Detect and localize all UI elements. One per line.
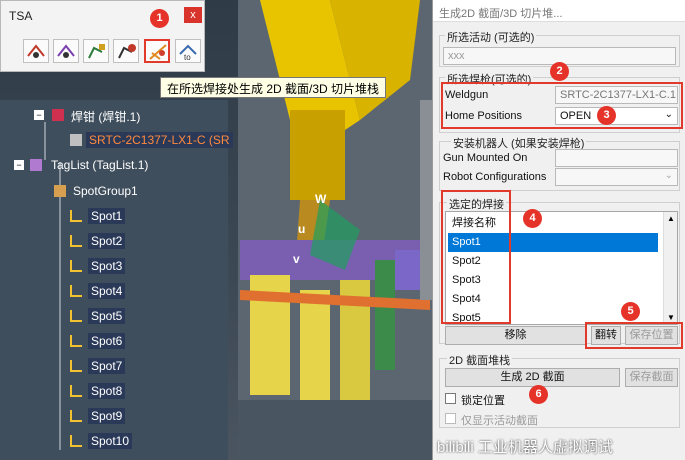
tree-node-spot[interactable]: Spot9 (88, 408, 126, 424)
tree-node-spot[interactable]: Spot10 (88, 433, 133, 449)
axis-label-v: v (293, 252, 300, 266)
weldgun-label: Weldgun (445, 89, 489, 101)
gun-mounted-field[interactable] (555, 149, 678, 167)
lock-position-label: 锁定位置 (461, 395, 505, 407)
generate-section-dialog: 生成2D 截面/3D 切片堆... 所选活动 (可选的) xxx 所选焊枪(可选… (432, 0, 685, 460)
scrollbar[interactable]: ▲ ▼ (663, 212, 677, 324)
stack-group-title: 2D 截面堆栈 (447, 352, 513, 368)
spot-icon (70, 285, 82, 297)
tree-node-spot[interactable]: Spot5 (88, 308, 126, 324)
tree-node-spot[interactable]: Spot8 (88, 383, 126, 399)
robot-gun-icon (118, 44, 136, 59)
scroll-up-icon[interactable]: ▲ (667, 214, 675, 223)
spot-icon (70, 310, 82, 322)
welds-listbox[interactable]: 焊接名称 Spot1 Spot2 Spot3 Spot4 Spot5 ▲ ▼ (445, 211, 678, 325)
tree-node-spot[interactable]: Spot4 (88, 283, 126, 299)
dialog-title: 生成2D 截面/3D 切片堆... (433, 0, 685, 22)
spot-weld-alt-icon (57, 44, 75, 58)
list-item[interactable]: Spot3 (448, 271, 658, 290)
step-marker-5: 5 (621, 302, 640, 321)
generate-section-button[interactable]: 生成 2D 截面 (445, 368, 620, 387)
robot-reach-button[interactable] (83, 39, 109, 63)
gun-mounted-label: Gun Mounted On (443, 152, 528, 164)
gun-group-title: 所选焊枪(可选的) (445, 71, 534, 87)
robot-config-select[interactable]: ⌄ (555, 168, 678, 186)
scroll-down-icon[interactable]: ▼ (667, 313, 675, 322)
remove-button[interactable]: 移除 (445, 326, 586, 345)
step-marker-6: 6 (529, 385, 548, 404)
spot-icon (70, 335, 82, 347)
tree-node-spot[interactable]: Spot6 (88, 333, 126, 349)
spot-icon (70, 260, 82, 272)
lock-position-checkbox[interactable] (445, 393, 456, 404)
robot-gun-button[interactable] (113, 39, 139, 63)
taglist-icon (30, 159, 42, 171)
spot-icon (70, 435, 82, 447)
tooltip: 在所选焊接处生成 2D 截面/3D 切片堆栈 (160, 77, 387, 98)
section-pile-icon (149, 44, 167, 60)
spot-icon (70, 235, 82, 247)
show-active-label: 仅显示活动截面 (461, 415, 538, 427)
spot-weld-alt-button[interactable] (53, 39, 79, 63)
chevron-down-icon: ⌄ (664, 170, 673, 181)
list-item[interactable]: Spot2 (448, 252, 658, 271)
part-icon (70, 134, 82, 146)
weldgun-field[interactable]: SRTC-2C1377-LX1-C.1 (555, 86, 678, 104)
list-item[interactable]: Spot1 (448, 233, 658, 252)
flip-button[interactable]: 翻转 (591, 326, 621, 345)
tree-lines (44, 122, 61, 450)
chevron-down-icon: ⌄ (664, 109, 673, 120)
toolbar-title: TSA (9, 9, 33, 23)
collapse-icon[interactable]: − (14, 160, 24, 170)
projection-icon: to (179, 44, 197, 62)
product-tree: − 焊钳 (焊钳.1) SRTC-2C1377-LX1-C (SR − TagL… (0, 100, 233, 460)
activity-group-title: 所选活动 (可选的) (445, 29, 537, 45)
list-header: 焊接名称 (452, 217, 496, 229)
svg-text:to: to (184, 53, 191, 62)
spot-icon (70, 410, 82, 422)
spot-weld-button[interactable] (23, 39, 49, 63)
robot-reach-icon (88, 44, 105, 59)
spotgroup-icon (54, 185, 66, 197)
expand-icon[interactable]: − (34, 110, 44, 120)
home-positions-select[interactable]: OPEN ⌄ (555, 107, 678, 125)
tree-node-taglist[interactable]: TagList (TagList.1) (48, 157, 151, 173)
axis-label-u: u (298, 222, 306, 236)
step-marker-3: 3 (597, 106, 616, 125)
tsa-toolbar: TSA x to 1 (0, 0, 205, 72)
spot-icon (70, 385, 82, 397)
show-active-checkbox[interactable] (445, 413, 456, 424)
watermark: bilibili 工业机器人虚拟调试 (437, 439, 613, 456)
step-marker-4: 4 (523, 209, 542, 228)
tree-node-gun[interactable]: 焊钳 (焊钳.1) (68, 107, 143, 126)
step-marker-2: 2 (550, 62, 569, 81)
robot-config-label: Robot Configurations (443, 171, 547, 183)
tree-node-spot[interactable]: Spot3 (88, 258, 126, 274)
tree-node-spotgroup[interactable]: SpotGroup1 (70, 183, 141, 199)
spot-weld-icon (27, 44, 45, 58)
tree-node-spot[interactable]: Spot7 (88, 358, 126, 374)
home-positions-label: Home Positions (445, 110, 523, 122)
save-section-button[interactable]: 保存截面 (625, 368, 678, 387)
home-positions-value: OPEN (560, 110, 592, 122)
tree-node-spot[interactable]: Spot1 (88, 208, 126, 224)
projection-button[interactable]: to (175, 39, 201, 63)
gun-icon (52, 109, 64, 121)
tree-node-spot[interactable]: Spot2 (88, 233, 126, 249)
close-button[interactable]: x (184, 7, 202, 23)
section-pile-button[interactable] (144, 39, 170, 63)
spot-icon (70, 360, 82, 372)
save-position-button[interactable]: 保存位置 (625, 326, 678, 345)
tree-node-gun-instance[interactable]: SRTC-2C1377-LX1-C (SR (86, 132, 233, 148)
axis-label-w: W (315, 192, 327, 206)
selected-welds-title: 选定的焊接 (447, 196, 506, 212)
step-marker-1: 1 (150, 9, 169, 28)
spot-icon (70, 210, 82, 222)
